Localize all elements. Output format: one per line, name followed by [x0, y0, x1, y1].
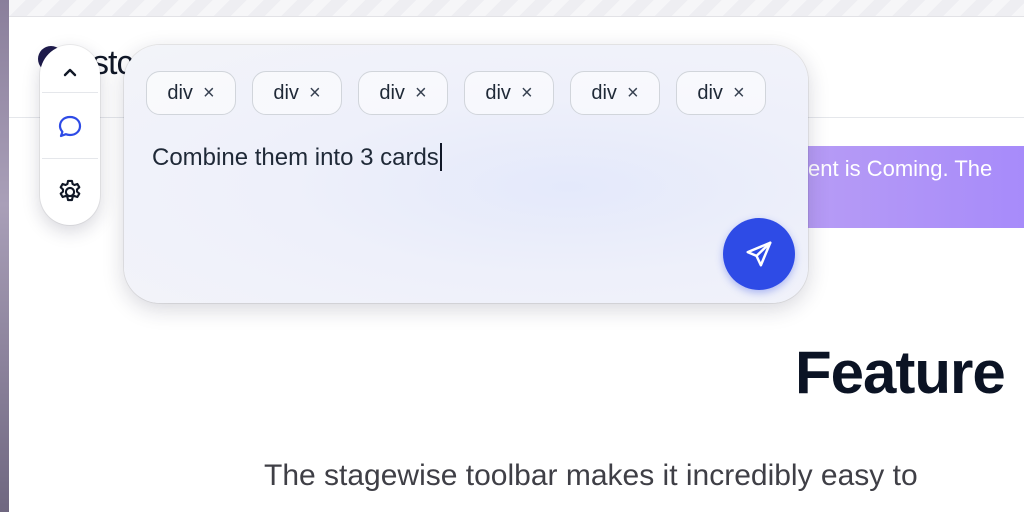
send-icon — [746, 241, 772, 267]
remove-chip-icon[interactable]: × — [309, 83, 321, 103]
chip-label: div — [485, 81, 511, 104]
chat-button[interactable] — [40, 102, 100, 152]
remove-chip-icon[interactable]: × — [415, 83, 427, 103]
stagewise-toolbar — [40, 45, 100, 225]
element-chip[interactable]: div × — [146, 71, 236, 115]
chip-label: div — [167, 81, 193, 104]
send-button[interactable] — [723, 218, 795, 290]
text-caret — [439, 143, 442, 171]
window-edge — [0, 0, 9, 512]
gear-icon — [59, 179, 81, 202]
remove-chip-icon[interactable]: × — [203, 83, 215, 103]
element-chip[interactable]: div × — [570, 71, 660, 115]
chip-label: div — [379, 81, 405, 104]
collapse-toolbar-button[interactable] — [40, 47, 100, 97]
element-chip[interactable]: div × — [676, 71, 766, 115]
remove-chip-icon[interactable]: × — [521, 83, 533, 103]
features-subtitle: The stagewise toolbar makes it incredibl… — [264, 459, 918, 492]
chat-bubble-icon — [58, 115, 82, 138]
remove-chip-icon[interactable]: × — [733, 83, 745, 103]
element-chip[interactable]: div × — [252, 71, 342, 115]
banner-text[interactable]: ent is Coming. The — [808, 156, 992, 182]
chip-label: div — [697, 81, 723, 104]
element-chip[interactable]: div × — [358, 71, 448, 115]
settings-button[interactable] — [40, 167, 100, 217]
prompt-panel: div × div × div × div × div × div × Comb… — [124, 45, 808, 303]
toolbar-divider — [42, 158, 98, 159]
browser-top-bar — [9, 0, 1024, 17]
prompt-input-value: Combine them into 3 cards — [152, 144, 439, 171]
remove-chip-icon[interactable]: × — [627, 83, 639, 103]
selected-elements: div × div × div × div × div × div × — [146, 71, 766, 115]
features-heading: Feature — [795, 339, 1006, 406]
toolbar-divider — [42, 92, 98, 93]
chip-label: div — [591, 81, 617, 104]
element-chip[interactable]: div × — [464, 71, 554, 115]
chip-label: div — [273, 81, 299, 104]
prompt-input[interactable]: Combine them into 3 cards — [152, 143, 442, 172]
chevron-up-icon — [63, 68, 77, 77]
